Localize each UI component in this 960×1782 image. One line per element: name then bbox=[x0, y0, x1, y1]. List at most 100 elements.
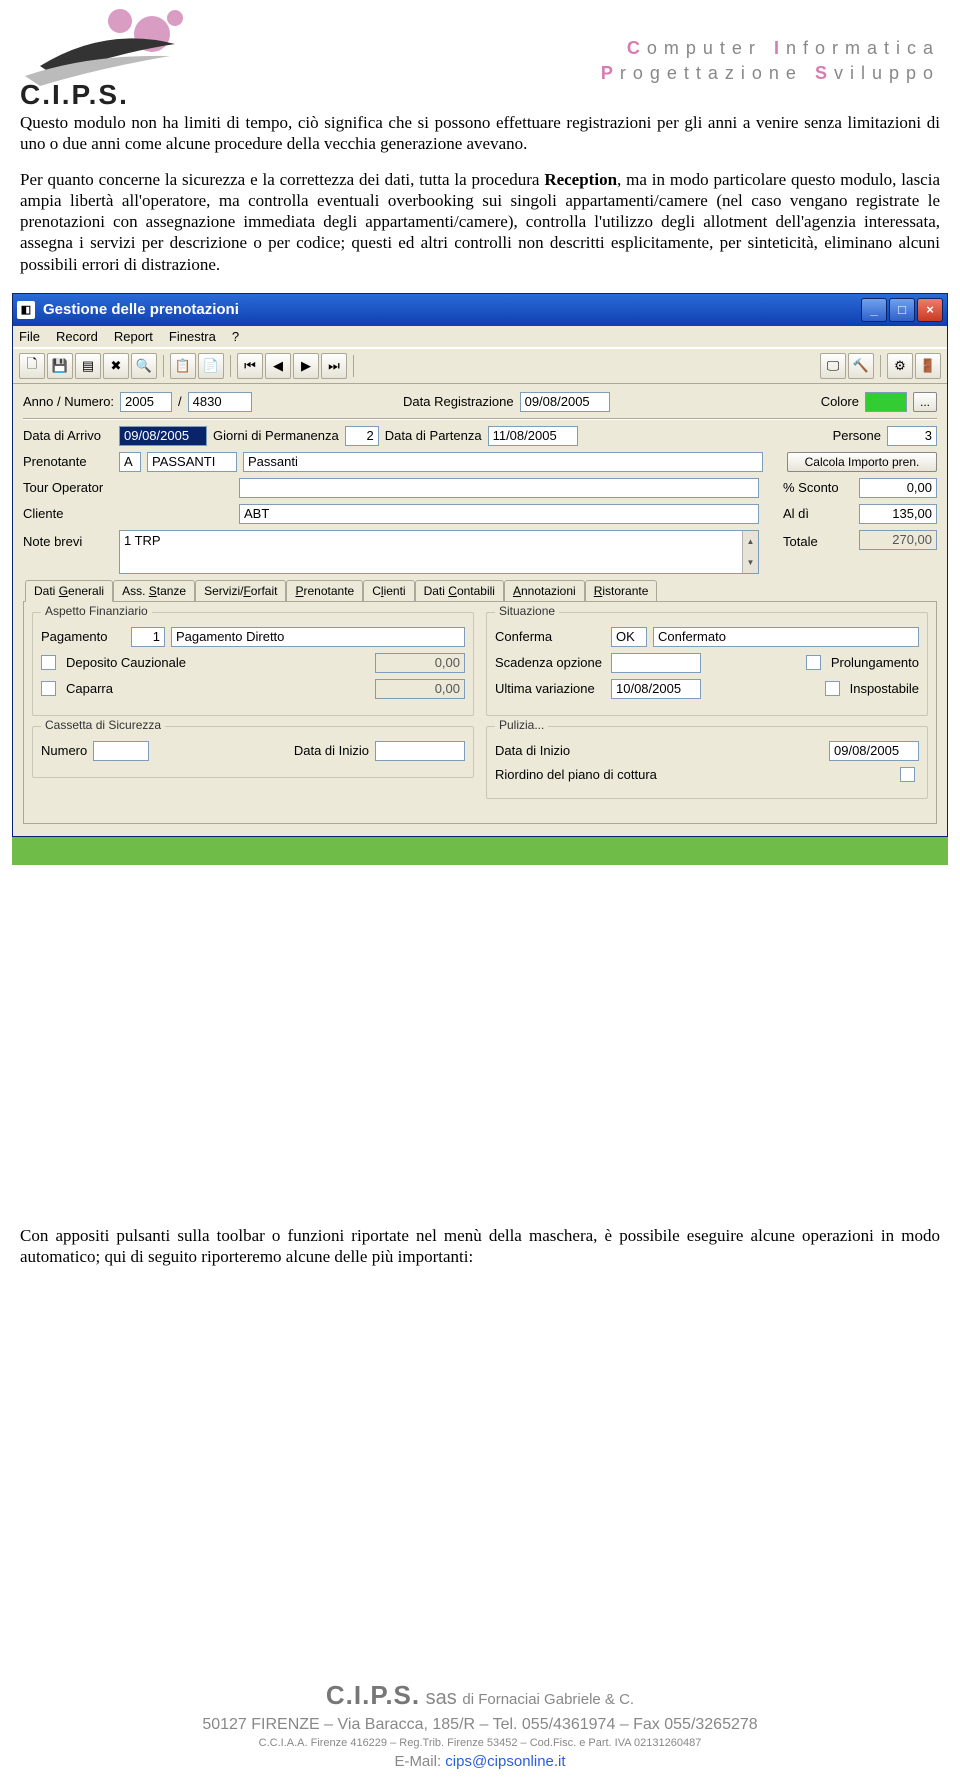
tab-contabili[interactable]: Dati Contabili bbox=[415, 580, 504, 601]
first-button[interactable]: ⏮ bbox=[237, 353, 263, 379]
delete-button[interactable]: ✖ bbox=[103, 353, 129, 379]
document-body-2: Con appositi pulsanti sulla toolbar o fu… bbox=[20, 1225, 940, 1268]
close-button[interactable]: × bbox=[917, 298, 943, 322]
color-picker-button[interactable]: ... bbox=[913, 392, 937, 412]
screen-button[interactable]: 🖵 bbox=[820, 353, 846, 379]
calcola-button[interactable]: Calcola Importo pren. bbox=[787, 452, 937, 472]
find-button[interactable]: 🔍 bbox=[131, 353, 157, 379]
svg-text:C.I.P.S.: C.I.P.S. bbox=[20, 79, 129, 106]
save-button[interactable]: 💾 bbox=[47, 353, 73, 379]
copy-button[interactable]: 📋 bbox=[170, 353, 196, 379]
page-header: C.I.P.S. Computer Informatica Progettazi… bbox=[20, 6, 940, 106]
caparra-checkbox[interactable] bbox=[41, 681, 56, 696]
tab-dati-generali[interactable]: Dati Generali bbox=[25, 580, 113, 602]
arrivo-label: Data di Arrivo bbox=[23, 428, 113, 443]
titlebar[interactable]: ◧ Gestione delle prenotazioni _ □ × bbox=[13, 294, 947, 326]
tab-clienti[interactable]: Clienti bbox=[363, 580, 414, 601]
persone-label: Persone bbox=[833, 428, 881, 443]
next-button[interactable]: ▶ bbox=[293, 353, 319, 379]
pagamento-desc-input[interactable] bbox=[171, 627, 465, 647]
conferma-label: Conferma bbox=[495, 629, 605, 644]
tour-input[interactable] bbox=[239, 478, 759, 498]
numero-input[interactable] bbox=[188, 392, 252, 412]
maximize-button[interactable]: □ bbox=[889, 298, 915, 322]
tab-ristorante[interactable]: Ristorante bbox=[585, 580, 658, 601]
tab-prenotante[interactable]: Prenotante bbox=[286, 580, 363, 601]
colore-label: Colore bbox=[821, 394, 859, 409]
last-button[interactable]: ⏭ bbox=[321, 353, 347, 379]
pagamento-label: Pagamento bbox=[41, 629, 125, 644]
cass-numero-input[interactable] bbox=[93, 741, 149, 761]
inspostabile-label: Inspostabile bbox=[850, 681, 919, 696]
data-reg-input[interactable] bbox=[520, 392, 610, 412]
hammer-button[interactable]: 🔨 bbox=[848, 353, 874, 379]
app-window: ◧ Gestione delle prenotazioni _ □ × File… bbox=[12, 293, 948, 837]
note-label: Note brevi bbox=[23, 530, 113, 549]
tagline: Computer Informatica Progettazione Svilu… bbox=[601, 6, 940, 86]
menu-bar: File Record Report Finestra ? bbox=[13, 326, 947, 348]
tour-label: Tour Operator bbox=[23, 480, 113, 495]
menu-report[interactable]: Report bbox=[114, 329, 153, 344]
aldi-label: Al dì bbox=[783, 506, 853, 521]
cliente-input[interactable] bbox=[239, 504, 759, 524]
giorni-label: Giorni di Permanenza bbox=[213, 428, 339, 443]
config-button[interactable]: ⚙ bbox=[887, 353, 913, 379]
prenotante-code-input[interactable] bbox=[119, 452, 141, 472]
fieldset-finanziario: Aspetto Finanziario Pagamento Deposito C… bbox=[32, 612, 474, 716]
clipboard-button[interactable]: 📄 bbox=[198, 353, 224, 379]
note-textarea[interactable]: 1 TRP ▲▼ bbox=[119, 530, 759, 574]
arrivo-input[interactable] bbox=[119, 426, 207, 446]
conferma-desc-input[interactable] bbox=[653, 627, 919, 647]
minimize-button[interactable]: _ bbox=[861, 298, 887, 322]
app-icon: ◧ bbox=[17, 301, 35, 319]
persone-input[interactable] bbox=[887, 426, 937, 446]
prenotante-desc-input[interactable] bbox=[243, 452, 763, 472]
data-reg-label: Data Registrazione bbox=[403, 394, 514, 409]
spinner-icon[interactable]: ▲▼ bbox=[742, 531, 758, 573]
partenza-input[interactable] bbox=[488, 426, 578, 446]
aldi-input[interactable] bbox=[859, 504, 937, 524]
menu-help[interactable]: ? bbox=[232, 329, 239, 344]
tab-bar: Dati Generali Ass. Stanze Servizi/Forfai… bbox=[25, 580, 937, 601]
menu-record[interactable]: Record bbox=[56, 329, 98, 344]
sconto-label: % Sconto bbox=[783, 480, 853, 495]
pagamento-code-input[interactable] bbox=[131, 627, 165, 647]
app-screenshot: ◧ Gestione delle prenotazioni _ □ × File… bbox=[12, 293, 948, 865]
email-link[interactable]: cips@cipsonline.it bbox=[445, 1753, 565, 1770]
deposito-label: Deposito Cauzionale bbox=[66, 655, 369, 670]
fieldset-cassetta: Cassetta di Sicurezza Numero Data di Ini… bbox=[32, 726, 474, 778]
paragraph-3: Con appositi pulsanti sulla toolbar o fu… bbox=[20, 1225, 940, 1268]
conferma-code-input[interactable] bbox=[611, 627, 647, 647]
cass-numero-label: Numero bbox=[41, 743, 87, 758]
ultima-input[interactable] bbox=[611, 679, 701, 699]
anno-input[interactable] bbox=[120, 392, 172, 412]
new-button[interactable]: 🗋 bbox=[19, 353, 45, 379]
fieldset-situazione: Situazione Conferma Scadenza opzione bbox=[486, 612, 928, 716]
tab-servizi[interactable]: Servizi/Forfait bbox=[195, 580, 286, 601]
cips-logo-icon: C.I.P.S. bbox=[20, 6, 190, 106]
inspostabile-checkbox[interactable] bbox=[825, 681, 840, 696]
menu-finestra[interactable]: Finestra bbox=[169, 329, 216, 344]
tab-ass-stanze[interactable]: Ass. Stanze bbox=[113, 580, 195, 601]
prolungamento-checkbox[interactable] bbox=[806, 655, 821, 670]
prenotante-name-input[interactable] bbox=[147, 452, 237, 472]
scadenza-input[interactable] bbox=[611, 653, 701, 673]
save-close-button[interactable]: ▤ bbox=[75, 353, 101, 379]
scadenza-label: Scadenza opzione bbox=[495, 655, 605, 670]
cass-data-input[interactable] bbox=[375, 741, 465, 761]
menu-file[interactable]: File bbox=[19, 329, 40, 344]
color-swatch bbox=[865, 392, 907, 412]
sconto-input[interactable] bbox=[859, 478, 937, 498]
exit-button[interactable]: 🚪 bbox=[915, 353, 941, 379]
caparra-input bbox=[375, 679, 465, 699]
pul-data-input[interactable] bbox=[829, 741, 919, 761]
prenotante-label: Prenotante bbox=[23, 454, 113, 469]
totale-label: Totale bbox=[783, 530, 853, 549]
giorni-input[interactable] bbox=[345, 426, 379, 446]
logo: C.I.P.S. bbox=[20, 6, 190, 106]
prev-button[interactable]: ◀ bbox=[265, 353, 291, 379]
pul-riordino-checkbox[interactable] bbox=[900, 767, 915, 782]
paragraph-1: Questo modulo non ha limiti di tempo, ci… bbox=[20, 112, 940, 155]
tab-annotazioni[interactable]: Annotazioni bbox=[504, 580, 585, 601]
deposito-checkbox[interactable] bbox=[41, 655, 56, 670]
